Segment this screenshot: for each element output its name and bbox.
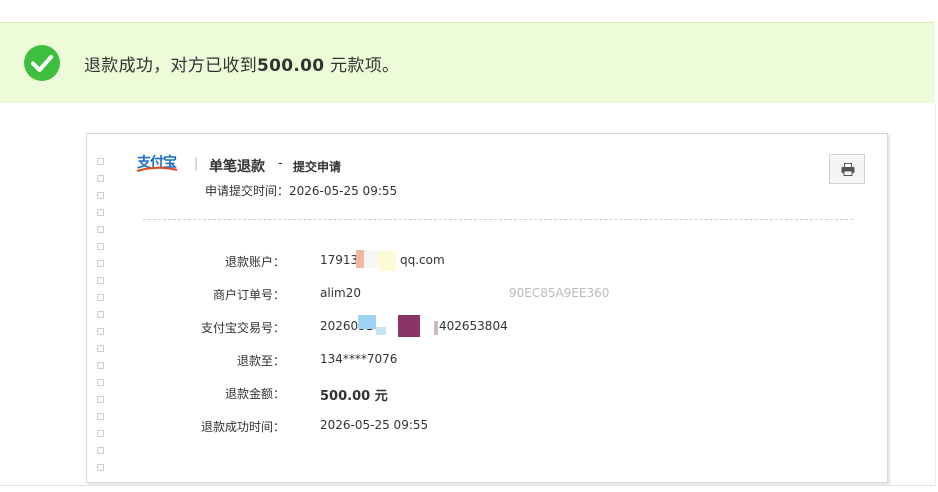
header-separator: | [194,156,199,171]
detail-label: 退款成功时间： [200,420,285,434]
detail-row-refund-amount: 退款金额： 500.00 元 [87,385,887,405]
refund-to-value: 134****7076 [320,352,398,366]
detail-row-refund-account: 退款账户： 17913 qq.com [87,250,887,273]
alipay-logo: 支付宝 [136,152,178,182]
detail-row-refund-success-time: 退款成功时间： 2026-05-25 09:55 [87,418,887,438]
detail-label: 支付宝交易号： [200,321,285,335]
alipay-trade-value: 2026051 402653804 [320,315,508,337]
refund-amount: 500.00 [257,56,325,76]
print-button[interactable] [829,154,865,184]
detail-label: 退款至： [236,354,285,368]
merchant-order-value: alim20 90EC85A9EE360 [320,286,610,300]
success-banner: 退款成功，对方已收到500.00 元款项。 [0,22,935,104]
detail-row-merchant-order: 商户订单号： alim20 90EC85A9EE360 [87,286,887,306]
detail-row-refund-to: 退款至： 134****7076 [87,352,887,372]
logo-swoosh-icon [136,166,178,172]
detail-label: 退款账户： [224,255,285,269]
refund-success-time-value: 2026-05-25 09:55 [320,418,429,432]
refund-amount-value: 500.00 元 [320,389,388,404]
refund-receipt: 支付宝 | 单笔退款 - 提交申请 申请提交时间：2026-05-25 09:5… [86,133,888,483]
detail-label: 退款金额： [224,387,285,401]
success-message: 退款成功，对方已收到500.00 元款项。 [84,56,400,76]
printer-icon [841,163,855,176]
dashed-divider [143,219,853,220]
check-circle-icon [24,45,60,81]
header-dash: - [278,156,283,171]
detail-row-alipay-trade: 支付宝交易号： 2026051 402653804 [87,315,887,339]
page-title: 单笔退款 [209,159,265,175]
page-subtitle: 提交申请 [293,160,342,174]
submit-time: 申请提交时间：2026-05-25 09:55 [205,184,398,198]
refund-account-value: 17913 qq.com [320,250,445,271]
detail-label: 商户订单号： [212,288,285,302]
